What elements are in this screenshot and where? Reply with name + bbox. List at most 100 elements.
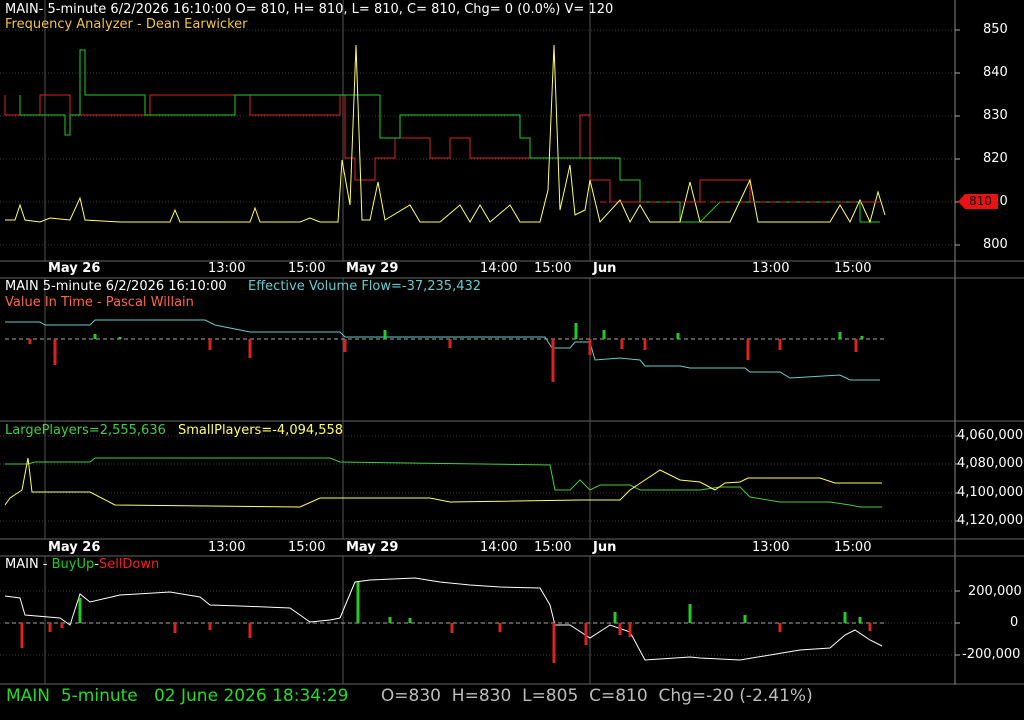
buy-sell-bar <box>408 618 412 623</box>
x-label-1400: 14:00 <box>480 261 518 276</box>
volume-flow-bar <box>854 339 858 352</box>
x-label-1500: 15:00 <box>288 261 326 276</box>
large-players-line <box>5 457 882 508</box>
buy-sell-bar <box>356 582 360 623</box>
buy-sell-bar <box>552 623 556 663</box>
panel2-main-label: MAIN 5-minute 6/2/2026 16:10:00 <box>5 279 227 294</box>
volume-flow-bar <box>28 339 32 344</box>
status-change: Chg=-20 (-2.41%) <box>658 686 813 706</box>
volume-flow-bar <box>676 333 680 339</box>
status-open: O=830 <box>380 686 441 706</box>
value-in-time-label: Value In Time - Pascal Willain <box>5 295 194 310</box>
x-label-1500-c: 15:00 <box>834 261 872 276</box>
small-players-line <box>4 457 882 508</box>
volume-flow-bar <box>860 336 864 339</box>
vol-tick-4120000: 4,120,000 <box>957 513 1024 528</box>
volume-flow-bar <box>602 330 606 339</box>
frequency-step-red <box>4 94 880 203</box>
x-label-jun: Jun <box>593 261 617 276</box>
buy-sell-bar <box>498 623 502 632</box>
buy-sell-bar <box>868 623 872 631</box>
buy-sell-bar <box>743 615 747 623</box>
x-label-1300: 13:00 <box>208 261 246 276</box>
buy-sell-bar <box>628 623 632 637</box>
frequency-yellow-line <box>5 44 886 224</box>
x2-label-1300-b: 13:00 <box>752 540 790 555</box>
volume-flow-bar <box>643 339 647 350</box>
volume-flow-bar <box>574 323 578 339</box>
volume-flow-bar <box>53 339 57 365</box>
x2-label-jun: Jun <box>593 540 617 555</box>
vol-tick-4080000: 4,080,000 <box>957 456 1024 471</box>
vol-tick-4100000: 4,100,000 <box>957 485 1024 500</box>
flow-tick-neg200000: -200,000 <box>962 647 1021 662</box>
buy-sell-bar <box>843 612 847 623</box>
indicator-label: Frequency Analyzer - Dean Earwicker <box>5 17 248 32</box>
panel4-label: MAIN - BuyUp-SellDown <box>5 557 159 573</box>
buy-sell-bar <box>248 623 252 638</box>
buy-up-label: BuyUp <box>51 557 95 572</box>
x2-label-1400: 14:00 <box>480 540 518 555</box>
buy-sell-bar <box>173 623 177 633</box>
chart-stage <box>0 0 1024 685</box>
x2-label-1500-c: 15:00 <box>834 540 872 555</box>
buy-sell-bar <box>20 623 24 648</box>
price-tick-840: 840 <box>983 65 1008 80</box>
volume-flow-bar <box>588 339 592 355</box>
x2-label-1300: 13:00 <box>208 540 246 555</box>
buy-sell-bar <box>208 623 212 630</box>
volume-flow-bar <box>746 339 750 360</box>
buy-sell-bar <box>48 623 52 632</box>
volume-flow-bar <box>448 339 452 348</box>
chart-title: MAIN- 5-minute 6/2/2026 16:10:00 O= 810,… <box>5 2 614 17</box>
status-symbol: MAIN <box>6 686 51 706</box>
volume-flow-bar <box>838 332 842 339</box>
buy-sell-bar <box>584 623 588 645</box>
status-interval: 5-minute <box>60 686 138 706</box>
x-label-may26: May 26 <box>48 261 101 276</box>
flow-tick-200000: 200,000 <box>968 584 1022 599</box>
x2-label-may29: May 29 <box>346 540 399 555</box>
small-players-label: SmallPlayers=-4,094,558 <box>178 423 344 438</box>
volume-flow-bar <box>208 339 212 350</box>
frequency-step-green <box>19 49 880 223</box>
price-tick-850: 850 <box>983 22 1008 37</box>
buy-sell-bar <box>858 617 862 623</box>
volume-flow-bar <box>551 339 555 382</box>
buy-sell-line <box>4 577 883 661</box>
volume-flow-bar <box>118 337 122 339</box>
buy-sell-bar <box>78 598 82 623</box>
volume-flow-bar <box>93 334 97 339</box>
x2-label-1500: 15:00 <box>288 540 326 555</box>
large-players-label: LargePlayers=2,555,636 <box>5 423 166 438</box>
flow-tick-0: 0 <box>1010 615 1019 630</box>
last-price-value: 810 <box>969 194 992 208</box>
buy-sell-bar <box>618 623 622 635</box>
x-label-may29: May 29 <box>346 261 399 276</box>
buy-sell-bar <box>60 623 64 628</box>
volume-flow-bar <box>248 339 252 358</box>
buy-sell-bar <box>613 612 617 623</box>
buy-sell-bar <box>778 623 782 632</box>
volume-flow-bar <box>343 339 347 352</box>
effective-volume-flow-label: Effective Volume Flow=-37,235,432 <box>248 279 482 294</box>
x2-label-may26: May 26 <box>48 540 101 555</box>
volume-flow-bar <box>778 339 782 350</box>
status-high: H=830 <box>451 686 512 706</box>
price-tick-830: 830 <box>983 108 1008 123</box>
vol-tick-4060000: 4,060,000 <box>957 428 1024 443</box>
panel4-main-label: MAIN - <box>5 557 52 572</box>
x-label-1300-b: 13:00 <box>752 261 790 276</box>
x-label-1500-b: 15:00 <box>534 261 572 276</box>
sell-down-label: SellDown <box>98 557 160 572</box>
status-low: L=805 <box>522 686 579 706</box>
status-datetime: 02 June 2026 18:34:29 <box>153 686 349 706</box>
volume-flow-bar <box>383 330 387 339</box>
buy-sell-bar <box>388 617 392 623</box>
price-tick-800: 800 <box>983 237 1008 252</box>
price-tick-820: 820 <box>983 151 1008 166</box>
buy-sell-bar <box>688 604 692 623</box>
status-bar: MAIN 5-minute 02 June 2026 18:34:29 O=83… <box>6 685 813 707</box>
buy-sell-bar <box>450 623 454 633</box>
status-close: C=810 <box>589 686 648 706</box>
